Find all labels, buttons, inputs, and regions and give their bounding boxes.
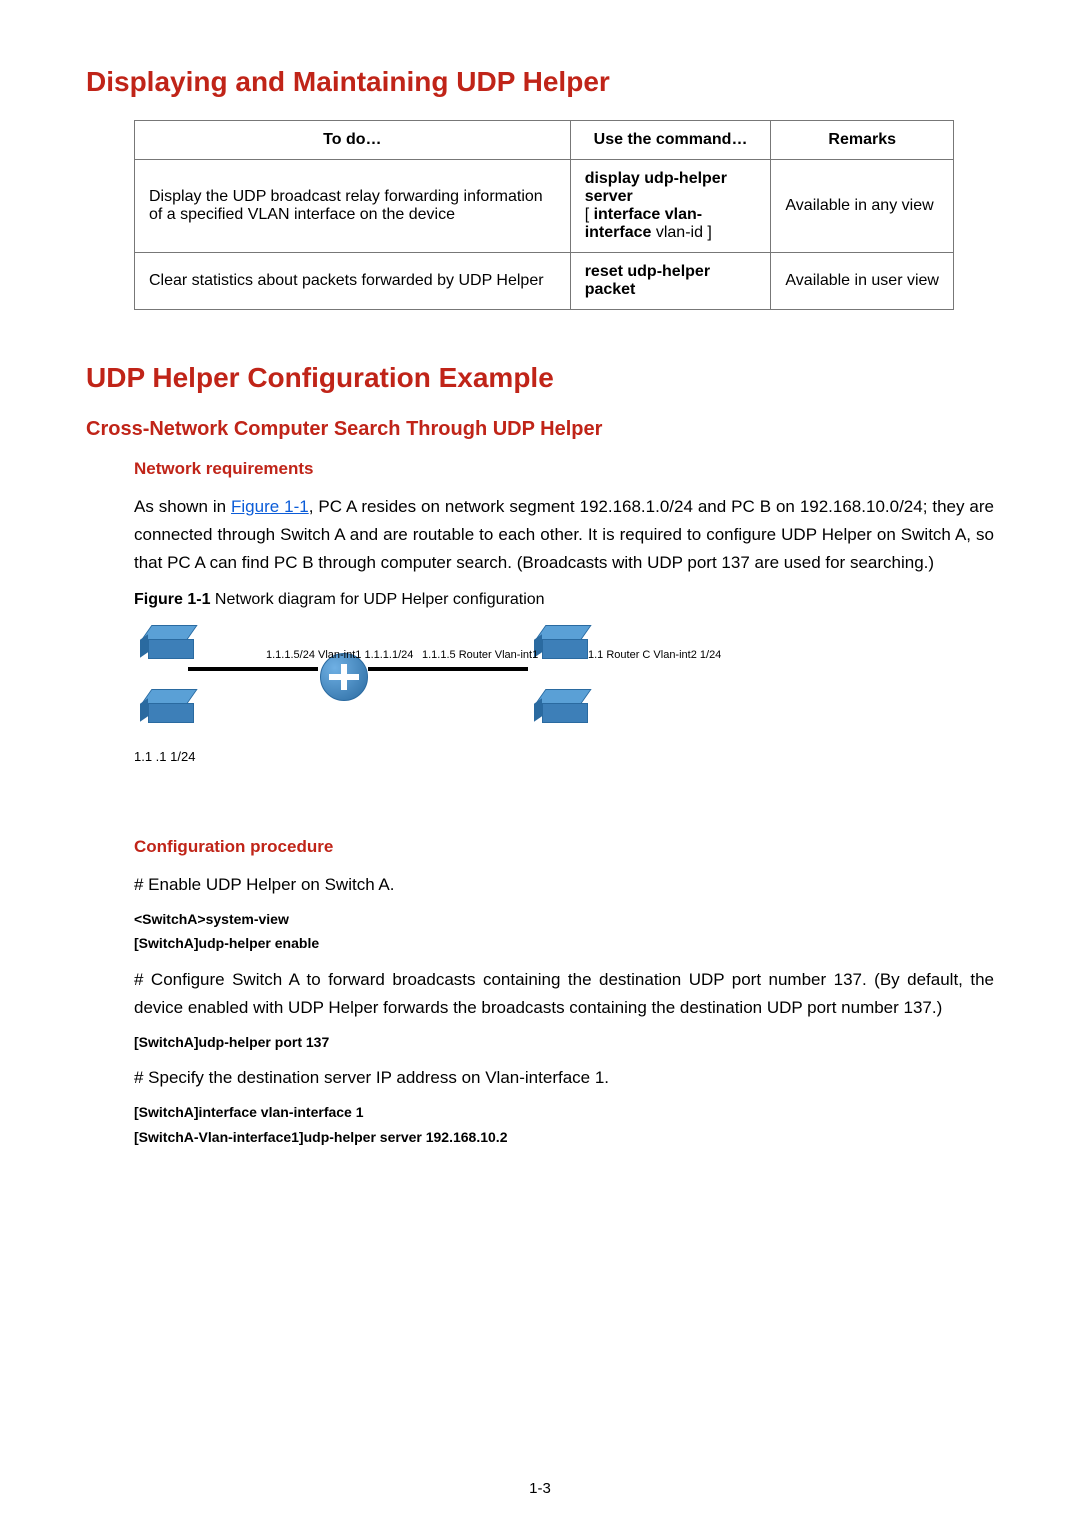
network-diagram: 1.1.1.5/24 Vlan-int1 1.1.1.1/24 1.1.1.5 … (134, 619, 694, 789)
text: As shown in (134, 497, 231, 516)
cmd-plain: [ (585, 206, 594, 223)
link-line (368, 667, 528, 671)
cli-line: [SwitchA]interface vlan-interface 1 (134, 1102, 994, 1122)
th-remarks: Remarks (771, 121, 954, 160)
diagram-label: 1.1.1.5 Router Vlan-int1 (422, 649, 538, 661)
cmd-plain: vlan-id ] (651, 224, 711, 241)
cmd-bold: display udp-helper server (585, 170, 727, 205)
heading-displaying: Displaying and Maintaining UDP Helper (86, 66, 994, 98)
th-todo: To do… (135, 121, 571, 160)
command-table: To do… Use the command… Remarks Display … (134, 120, 954, 310)
subheading-cross-network: Cross-Network Computer Search Through UD… (86, 418, 994, 441)
network-requirements-paragraph: As shown in Figure 1-1, PC A resides on … (134, 493, 994, 577)
page: Displaying and Maintaining UDP Helper To… (0, 0, 1080, 1527)
figure-number: Figure 1-1 (134, 591, 210, 608)
pc-icon (534, 689, 578, 719)
heading-configuration-procedure: Configuration procedure (134, 837, 994, 857)
page-number: 1-3 (0, 1480, 1080, 1497)
table-row: Clear statistics about packets forwarded… (135, 253, 954, 310)
cmd-bold: reset udp-helper packet (585, 263, 710, 298)
cli-line: [SwitchA-Vlan-interface1]udp-helper serv… (134, 1127, 994, 1147)
cell-remarks: Available in user view (771, 253, 954, 310)
cell-todo: Clear statistics about packets forwarded… (135, 253, 571, 310)
diagram-label: 1.1 Router C Vlan-int2 1/24 (588, 649, 721, 661)
heading-example: UDP Helper Configuration Example (86, 362, 994, 394)
th-command: Use the command… (570, 121, 771, 160)
cli-line: [SwitchA]udp-helper enable (134, 933, 994, 953)
link-line (188, 667, 318, 671)
cell-todo: Display the UDP broadcast relay forwardi… (135, 160, 571, 253)
diagram-label: 1.1 .1 1/24 (134, 749, 195, 764)
procedure-step: # Specify the destination server IP addr… (134, 1064, 994, 1092)
pc-icon (140, 689, 184, 719)
heading-network-requirements: Network requirements (134, 459, 994, 479)
table-header-row: To do… Use the command… Remarks (135, 121, 954, 160)
cell-command: display udp-helper server [ interface vl… (570, 160, 771, 253)
cell-remarks: Available in any view (771, 160, 954, 253)
diagram-label: 1.1.1.5/24 Vlan-int1 1.1.1.1/24 (266, 649, 413, 661)
cli-line: [SwitchA]udp-helper port 137 (134, 1032, 994, 1052)
procedure-step: # Enable UDP Helper on Switch A. (134, 871, 994, 899)
pc-icon (534, 625, 578, 655)
table-row: Display the UDP broadcast relay forwardi… (135, 160, 954, 253)
figure-link[interactable]: Figure 1-1 (231, 497, 309, 516)
pc-icon (140, 625, 184, 655)
figure-caption: Figure 1-1 Network diagram for UDP Helpe… (134, 591, 994, 609)
procedure-step: # Configure Switch A to forward broadcas… (134, 966, 994, 1022)
cli-line: <SwitchA>system-view (134, 909, 994, 929)
cell-command: reset udp-helper packet (570, 253, 771, 310)
figure-title: Network diagram for UDP Helper configura… (210, 591, 544, 608)
